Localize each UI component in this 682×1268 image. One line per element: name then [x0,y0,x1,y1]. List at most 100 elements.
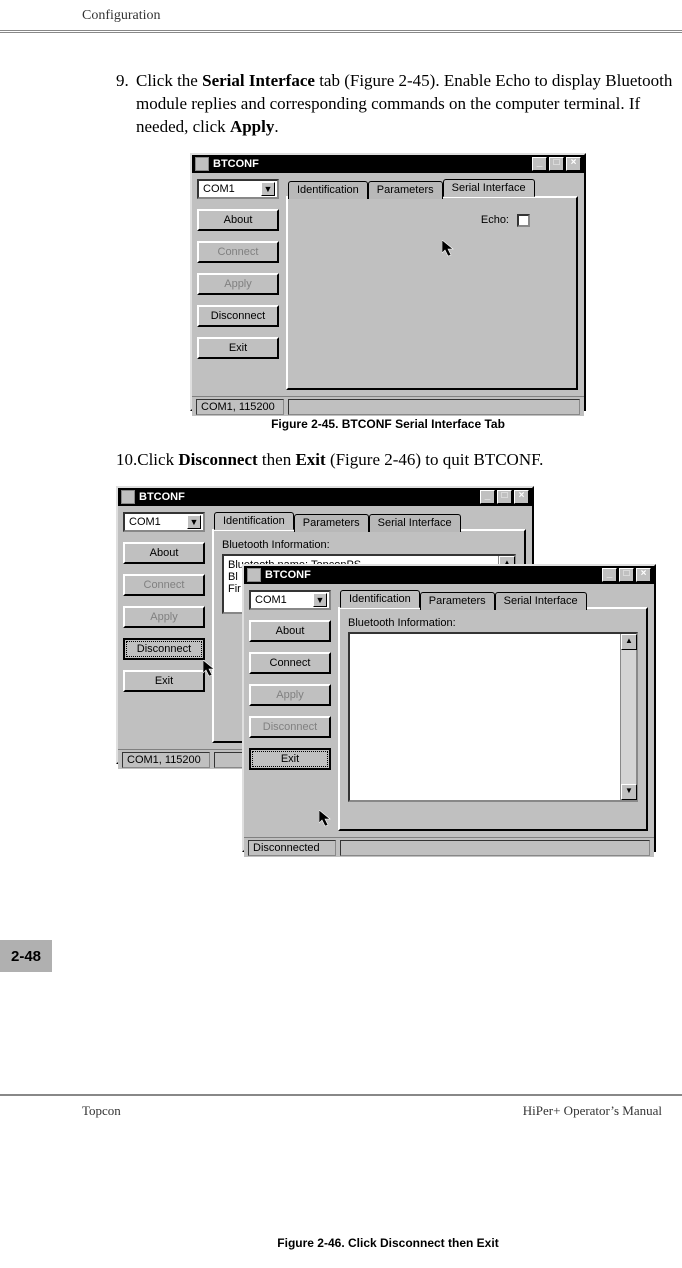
com-port-value: COM1 [255,594,287,606]
figure-2-45-caption: Figure 2-45. BTCONF Serial Interface Tab [190,417,586,431]
side-panel: COM1 ▼ About Connect Apply Disconnect Ex… [118,506,210,749]
figure-2-45-wrap: BTCONF _ □ × COM1 ▼ About Connect Apply [190,153,586,431]
tab-strip: Identification Parameters Serial Interfa… [288,179,578,197]
window-title: BTCONF [213,158,259,170]
tab-serial-interface[interactable]: Serial Interface [443,179,535,197]
step-10-pre: Click [137,450,178,469]
footer-rule [0,1094,682,1097]
tab-panel: Echo: [286,196,578,390]
titlebar[interactable]: BTCONF _ □ × [118,488,532,506]
status-com: COM1, 115200 [196,399,284,415]
tab-strip: Identification Parameters Serial Interfa… [214,512,526,530]
header-section-label: Configuration [82,8,161,24]
step-10-bold1: Disconnect [178,450,257,469]
step-9-bold1: Serial Interface [202,71,315,90]
tab-identification[interactable]: Identification [288,181,368,199]
tab-parameters[interactable]: Parameters [294,514,369,532]
close-button[interactable]: × [566,157,581,171]
about-button[interactable]: About [123,542,205,564]
header-rule [0,30,682,33]
chevron-down-icon[interactable]: ▼ [187,515,201,529]
apply-button[interactable]: Apply [249,684,331,706]
scroll-up-icon[interactable]: ▲ [621,634,637,650]
window-icon [195,157,209,171]
scroll-down-icon[interactable]: ▼ [621,784,637,800]
exit-button[interactable]: Exit [197,337,279,359]
disconnect-button[interactable]: Disconnect [249,716,331,738]
tab-serial-interface[interactable]: Serial Interface [369,514,461,532]
titlebar[interactable]: BTCONF _ □ × [244,566,654,584]
exit-button[interactable]: Exit [249,748,331,770]
step-10-post: (Figure 2-46) to quit BTCONF. [326,450,544,469]
tab-panel: Bluetooth Information: ▲ ▼ [338,607,648,831]
bluetooth-info-label: Bluetooth Information: [222,539,516,551]
step-10-bold2: Exit [295,450,325,469]
side-panel: COM1 ▼ About Connect Apply Disconnect Ex… [192,173,284,396]
window-icon [121,490,135,504]
titlebar[interactable]: BTCONF _ □ × [192,155,584,173]
page-number: 2-48 [0,940,52,972]
figure-2-46-wrap: BTCONF _ □ × COM1 ▼ About Connect Apply [116,486,656,856]
status-com: COM1, 115200 [122,752,210,768]
about-button[interactable]: About [249,620,331,642]
bluetooth-info-label: Bluetooth Information: [348,617,638,629]
connect-button[interactable]: Connect [249,652,331,674]
exit-button[interactable]: Exit [123,670,205,692]
close-button[interactable]: × [514,490,529,504]
footer-left: Topcon [82,1103,121,1119]
connect-button[interactable]: Connect [123,574,205,596]
status-bar: COM1, 115200 [192,396,584,416]
step-9-number: 9. [102,70,136,139]
bluetooth-info-textbox[interactable]: ▲ ▼ [348,632,638,802]
echo-label: Echo: [481,214,509,226]
step-10: 10. Click Disconnect then Exit (Figure 2… [102,449,674,472]
maximize-button[interactable]: □ [549,157,564,171]
com-port-value: COM1 [129,516,161,528]
com-port-combo[interactable]: COM1 ▼ [123,512,205,532]
maximize-button[interactable]: □ [619,568,634,582]
btconf-window-front: BTCONF _ □ × COM1 ▼ About Connect Apply [242,564,656,852]
step-10-mid: then [258,450,296,469]
step-10-text: Click Disconnect then Exit (Figure 2-46)… [137,449,674,472]
minimize-button[interactable]: _ [480,490,495,504]
tab-identification[interactable]: Identification [214,512,294,530]
com-port-combo[interactable]: COM1 ▼ [249,590,331,610]
window-title: BTCONF [265,569,311,581]
side-panel: COM1 ▼ About Connect Apply Disconnect Ex… [244,584,336,837]
echo-checkbox[interactable] [517,214,530,227]
step-9-pre: Click the [136,71,202,90]
tab-parameters[interactable]: Parameters [368,181,443,199]
com-port-combo[interactable]: COM1 ▼ [197,179,279,199]
minimize-button[interactable]: _ [532,157,547,171]
cursor-icon [442,240,456,258]
cursor-icon [319,810,333,828]
echo-row: Echo: [481,214,530,227]
chevron-down-icon[interactable]: ▼ [261,182,275,196]
apply-button[interactable]: Apply [123,606,205,628]
step-9-text: Click the Serial Interface tab (Figure 2… [136,70,674,139]
chevron-down-icon[interactable]: ▼ [313,593,327,607]
cursor-icon [203,660,217,678]
status-text: Disconnected [248,840,336,856]
apply-button[interactable]: Apply [197,273,279,295]
about-button[interactable]: About [197,209,279,231]
window-icon [247,568,261,582]
tab-identification[interactable]: Identification [340,590,420,608]
page-content: 9. Click the Serial Interface tab (Figur… [102,70,674,1268]
figure-2-46-caption: Figure 2-46. Click Disconnect then Exit [102,1236,674,1250]
disconnect-button[interactable]: Disconnect [123,638,205,660]
window-title: BTCONF [139,491,185,503]
minimize-button[interactable]: _ [602,568,617,582]
close-button[interactable]: × [636,568,651,582]
maximize-button[interactable]: □ [497,490,512,504]
tab-strip: Identification Parameters Serial Interfa… [340,590,648,608]
connect-button[interactable]: Connect [197,241,279,263]
step-9-post: . [274,117,278,136]
step-9-bold2: Apply [230,117,274,136]
tab-parameters[interactable]: Parameters [420,592,495,610]
tab-serial-interface[interactable]: Serial Interface [495,592,587,610]
scrollbar[interactable]: ▲ ▼ [620,634,636,800]
main-panel: Identification Parameters Serial Interfa… [284,173,584,396]
disconnect-button[interactable]: Disconnect [197,305,279,327]
step-9: 9. Click the Serial Interface tab (Figur… [102,70,674,139]
